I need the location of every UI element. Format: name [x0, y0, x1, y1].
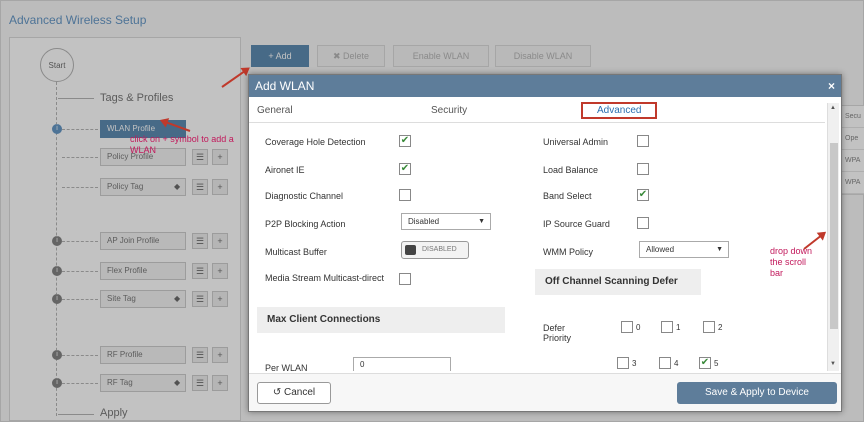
- load-balance-label: Load Balance: [543, 165, 599, 175]
- p2p-blocking-label: P2P Blocking Action: [265, 219, 346, 229]
- add-wlan-dialog: Add WLAN × General Security Advanced Cov…: [248, 74, 842, 412]
- scroll-down-icon[interactable]: ▼: [830, 361, 836, 367]
- band-select-checkbox[interactable]: ✔: [637, 189, 649, 201]
- dialog-title: Add WLAN: [255, 79, 315, 93]
- coverage-hole-label: Coverage Hole Detection: [265, 137, 366, 147]
- ip-source-guard-checkbox[interactable]: [637, 217, 649, 229]
- load-balance-checkbox[interactable]: [637, 163, 649, 175]
- defer-priority-2-checkbox[interactable]: [703, 321, 715, 333]
- save-apply-button[interactable]: Save & Apply to Device: [677, 382, 837, 404]
- scroll-up-icon[interactable]: ▲: [830, 105, 836, 111]
- p2p-blocking-value: Disabled: [408, 217, 440, 226]
- multicast-buffer-toggle[interactable]: DISABLED: [401, 241, 469, 259]
- priority-5-label: 5: [714, 359, 719, 368]
- wmm-policy-value: Allowed: [646, 245, 675, 254]
- wmm-policy-label: WMM Policy: [543, 247, 593, 257]
- multicast-buffer-value: DISABLED: [422, 246, 457, 253]
- off-channel-section: Off Channel Scanning Defer: [535, 269, 701, 295]
- tab-general[interactable]: General: [257, 105, 293, 116]
- close-icon[interactable]: ×: [828, 75, 835, 97]
- defer-priority-3-checkbox[interactable]: [617, 357, 629, 369]
- band-select-label: Band Select: [543, 191, 592, 201]
- scroll-thumb[interactable]: [830, 143, 838, 329]
- dialog-scrollbar[interactable]: ▲ ▼: [827, 103, 839, 371]
- priority-3-label: 3: [632, 359, 637, 368]
- priority-1-label: 1: [676, 323, 681, 332]
- priority-4-label: 4: [674, 359, 679, 368]
- tab-security[interactable]: Security: [431, 105, 467, 116]
- universal-admin-label: Universal Admin: [543, 137, 609, 147]
- defer-priority-0-checkbox[interactable]: [621, 321, 633, 333]
- priority-2-label: 2: [718, 323, 723, 332]
- defer-priority-label: Defer Priority: [543, 323, 572, 343]
- media-stream-checkbox[interactable]: [399, 273, 411, 285]
- dialog-footer: ↺ Cancel Save & Apply to Device: [249, 373, 841, 411]
- p2p-blocking-select[interactable]: Disabled ▼: [401, 213, 491, 230]
- per-wlan-label: Per WLAN: [265, 363, 308, 371]
- priority-0-label: 0: [636, 323, 641, 332]
- per-wlan-input[interactable]: 0: [353, 357, 451, 371]
- media-stream-label: Media Stream Multicast-direct: [265, 273, 385, 283]
- aironet-ie-label: Aironet IE: [265, 165, 305, 175]
- tab-advanced[interactable]: Advanced: [581, 102, 658, 119]
- ip-source-guard-label: IP Source Guard: [543, 219, 610, 229]
- coverage-hole-checkbox[interactable]: ✔: [399, 135, 411, 147]
- toggle-knob: [405, 245, 416, 255]
- wmm-policy-select[interactable]: Allowed ▼: [639, 241, 729, 258]
- universal-admin-checkbox[interactable]: [637, 135, 649, 147]
- multicast-buffer-label: Multicast Buffer: [265, 247, 327, 257]
- chevron-down-icon: ▼: [478, 218, 485, 225]
- chevron-down-icon: ▼: [716, 246, 723, 253]
- defer-priority-1-checkbox[interactable]: [661, 321, 673, 333]
- dialog-tabs: General Security Advanced: [249, 101, 825, 123]
- cancel-button[interactable]: ↺ Cancel: [257, 382, 331, 404]
- max-client-section: Max Client Connections: [257, 307, 505, 333]
- annotation-add-wlan: click on + symbol to add a WLAN: [130, 134, 234, 155]
- dialog-header: Add WLAN ×: [249, 75, 841, 97]
- advanced-tab-content: Coverage Hole Detection ✔ Aironet IE ✔ D…: [249, 125, 825, 371]
- diagnostic-channel-checkbox[interactable]: [399, 189, 411, 201]
- defer-priority-5-checkbox[interactable]: ✔: [699, 357, 711, 369]
- defer-priority-4-checkbox[interactable]: [659, 357, 671, 369]
- aironet-ie-checkbox[interactable]: ✔: [399, 163, 411, 175]
- diagnostic-channel-label: Diagnostic Channel: [265, 191, 344, 201]
- annotation-scroll: drop down the scroll bar: [770, 246, 813, 278]
